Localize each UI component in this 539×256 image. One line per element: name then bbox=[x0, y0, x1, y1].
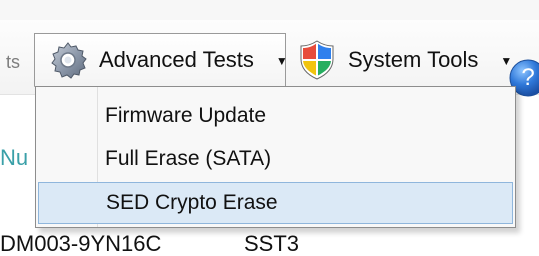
toolbar-left-fragment: ts bbox=[6, 52, 21, 72]
background-left-label: Nu bbox=[0, 145, 29, 170]
gear-icon bbox=[45, 37, 91, 83]
advanced-tests-label: Advanced Tests bbox=[99, 47, 254, 72]
advanced-tests-menu: Firmware Update Full Erase (SATA) SED Cr… bbox=[35, 86, 516, 228]
shield-icon bbox=[294, 37, 340, 83]
menu-item-label: Firmware Update bbox=[105, 104, 267, 127]
toolbar: ts Advanced Tests ▼ System Tools ▼ ? bbox=[0, 20, 539, 97]
app-window: ts Advanced Tests ▼ System Tools ▼ ? Nu … bbox=[0, 0, 539, 256]
svg-text:?: ? bbox=[521, 64, 534, 91]
menu-item-sed-crypto-erase[interactable]: SED Crypto Erase bbox=[38, 182, 513, 224]
menu-item-label: Full Erase (SATA) bbox=[105, 147, 272, 170]
background-row-text-2: SST3 bbox=[244, 231, 300, 256]
system-tools-label: System Tools bbox=[348, 47, 479, 72]
background-row-text: DM003-9YN16C bbox=[0, 231, 162, 256]
system-tools-button[interactable]: System Tools ▼ bbox=[294, 33, 512, 87]
advanced-tests-button[interactable]: Advanced Tests ▼ bbox=[34, 33, 288, 87]
menu-item-label: SED Crypto Erase bbox=[106, 191, 278, 214]
menu-item-firmware-update[interactable]: Firmware Update bbox=[38, 95, 513, 137]
menu-item-full-erase-sata[interactable]: Full Erase (SATA) bbox=[38, 138, 513, 180]
chevron-down-icon: ▼ bbox=[275, 54, 288, 68]
window-top-strip bbox=[0, 0, 539, 21]
